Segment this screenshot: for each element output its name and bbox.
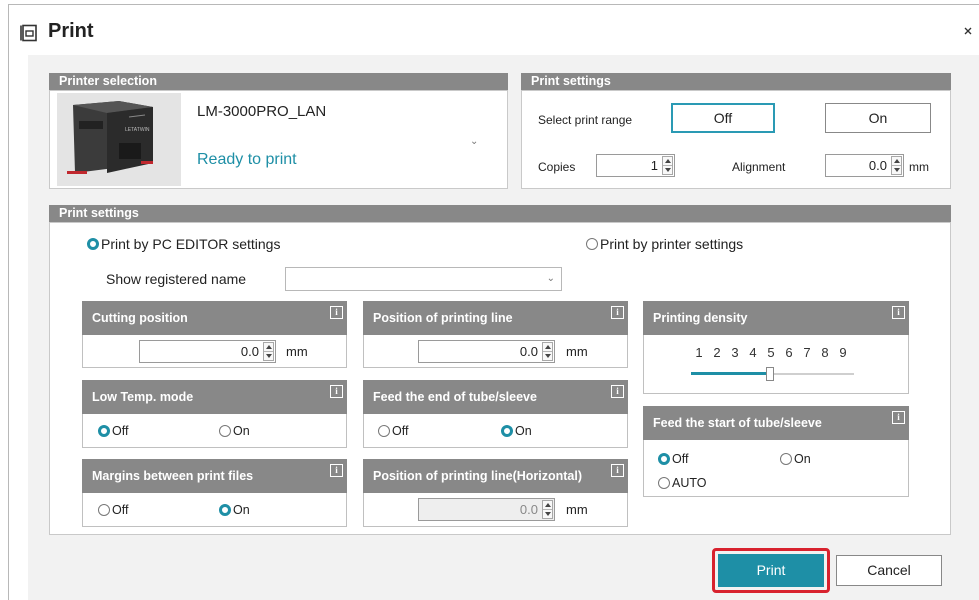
print-range-off-button[interactable]: Off	[671, 103, 775, 133]
feed-start-off-radio[interactable]	[658, 453, 670, 465]
density-level: 1	[695, 345, 703, 360]
margins-on-label: On	[233, 503, 250, 517]
density-level: 8	[821, 345, 829, 360]
position-printing-line-unit: mm	[566, 344, 588, 359]
printer-image: LETATWIN	[57, 93, 181, 186]
feed-start-info-icon[interactable]: i	[892, 411, 905, 424]
cancel-button[interactable]: Cancel	[836, 555, 942, 586]
margins-header: Margins between print files	[82, 459, 347, 493]
density-level: 3	[731, 345, 739, 360]
low-temp-off-label: Off	[112, 424, 129, 438]
show-registered-name-label: Show registered name	[106, 271, 247, 287]
position-horizontal-header: Position of printing line(Horizontal)	[363, 459, 628, 493]
feed-start-header: Feed the start of tube/sleeve	[643, 406, 909, 440]
density-level: 5	[767, 345, 775, 360]
position-printing-line-input[interactable]: 0.0	[418, 340, 555, 363]
density-level: 2	[713, 345, 721, 360]
printer-settings-radio[interactable]	[586, 238, 598, 250]
close-icon[interactable]	[962, 25, 974, 37]
margins-off-radio[interactable]	[98, 504, 110, 516]
printer-settings-radio-label: Print by printer settings	[600, 236, 744, 252]
low-temp-off-radio[interactable]	[98, 425, 110, 437]
printer-brand-label: LETATWIN	[125, 127, 150, 133]
printing-density-info-icon[interactable]: i	[892, 306, 905, 319]
select-print-range-label: Select print range	[538, 113, 633, 127]
feed-end-off-label: Off	[392, 424, 409, 438]
printer-dropdown-chevron-icon[interactable]: ⌄	[470, 136, 478, 147]
copies-value: 1	[650, 158, 658, 173]
density-level: 6	[785, 345, 793, 360]
printing-density-levels: 123456789	[690, 345, 852, 360]
print-settings-top-header: Print settings	[521, 73, 951, 90]
position-horizontal-unit: mm	[566, 502, 588, 517]
printer-status: Ready to print	[197, 151, 297, 168]
show-registered-name-dropdown[interactable]: ⌄	[285, 267, 562, 291]
position-printing-line-spinner[interactable]	[542, 342, 553, 361]
position-horizontal-value: 0.0	[519, 502, 538, 517]
printing-density-body	[643, 335, 909, 394]
alignment-input[interactable]: 0.0	[825, 154, 904, 177]
feed-end-header: Feed the end of tube/sleeve	[363, 380, 628, 414]
position-horizontal-info-icon[interactable]: i	[611, 464, 624, 477]
density-slider-fill	[691, 372, 769, 375]
chevron-down-icon: ⌄	[546, 273, 555, 284]
alignment-value: 0.0	[868, 158, 887, 173]
density-slider-thumb[interactable]	[766, 367, 775, 381]
density-level: 9	[839, 345, 847, 360]
alignment-label: Alignment	[732, 160, 786, 174]
feed-start-auto-label: AUTO	[672, 476, 707, 490]
position-printing-line-info-icon[interactable]: i	[611, 306, 624, 319]
position-horizontal-input: 0.0	[418, 498, 555, 521]
print-window-icon	[20, 24, 37, 42]
cutting-position-header: Cutting position	[82, 301, 347, 335]
alignment-spinner[interactable]	[891, 156, 902, 175]
feed-start-auto-radio[interactable]	[658, 477, 670, 489]
feed-end-off-radio[interactable]	[378, 425, 390, 437]
position-printing-line-header: Position of printing line	[363, 301, 628, 335]
feed-start-on-radio[interactable]	[780, 453, 792, 465]
cutting-position-value: 0.0	[240, 344, 259, 359]
print-range-on-button[interactable]: On	[825, 103, 931, 133]
position-horizontal-spinner	[542, 500, 553, 519]
print-button[interactable]: Print	[718, 554, 824, 587]
copies-label: Copies	[538, 160, 576, 174]
cutting-position-unit: mm	[286, 344, 308, 359]
cutting-position-spinner[interactable]	[263, 342, 274, 361]
print-settings-header: Print settings	[49, 205, 951, 222]
copies-input[interactable]: 1	[596, 154, 675, 177]
cutting-position-input[interactable]: 0.0	[139, 340, 276, 363]
position-printing-line-value: 0.0	[519, 344, 538, 359]
density-level: 7	[803, 345, 811, 360]
dialog-title: Print	[48, 20, 94, 42]
margins-off-label: Off	[112, 503, 129, 517]
low-temp-on-radio[interactable]	[219, 425, 231, 437]
low-temp-on-label: On	[233, 424, 250, 438]
pc-editor-radio-label: Print by PC EDITOR settings	[101, 236, 281, 252]
cutting-position-info-icon[interactable]: i	[330, 306, 343, 319]
pc-editor-radio[interactable]	[87, 238, 99, 250]
feed-end-on-radio[interactable]	[501, 425, 513, 437]
margins-on-radio[interactable]	[219, 504, 231, 516]
printing-density-header: Printing density	[643, 301, 909, 335]
alignment-unit: mm	[909, 160, 929, 174]
feed-end-on-label: On	[515, 424, 532, 438]
low-temp-mode-info-icon[interactable]: i	[330, 385, 343, 398]
margins-info-icon[interactable]: i	[330, 464, 343, 477]
printer-selection-header: Printer selection	[49, 73, 508, 90]
copies-spinner[interactable]	[662, 156, 673, 175]
feed-end-info-icon[interactable]: i	[611, 385, 624, 398]
low-temp-mode-header: Low Temp. mode	[82, 380, 347, 414]
feed-start-off-label: Off	[672, 452, 689, 466]
feed-start-on-label: On	[794, 452, 811, 466]
printer-name: LM-3000PRO_LAN	[197, 103, 327, 120]
density-level: 4	[749, 345, 757, 360]
